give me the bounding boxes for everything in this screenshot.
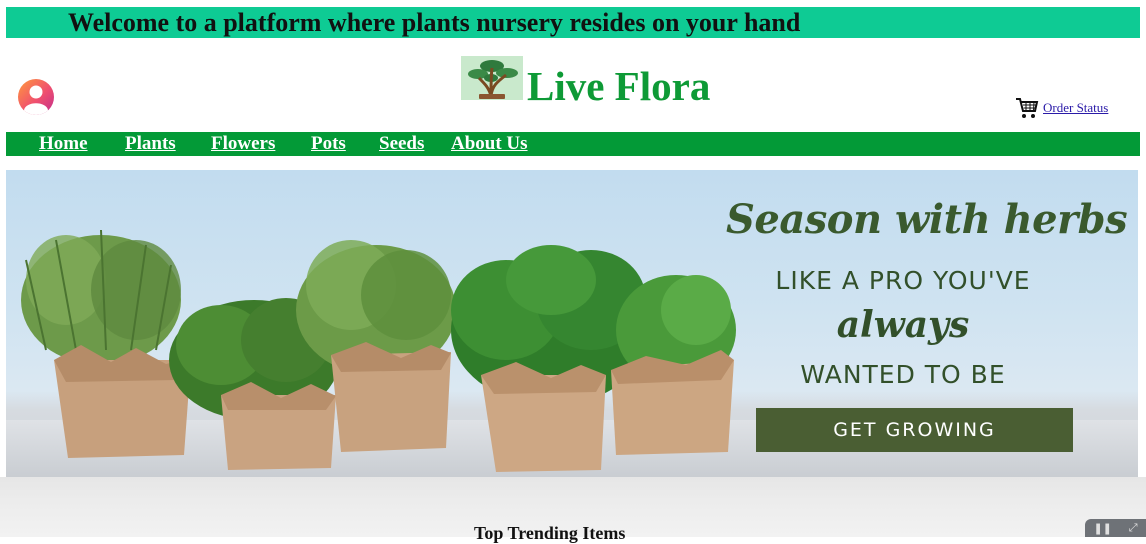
player-controls[interactable]: ❚❚ ⤢ xyxy=(1085,519,1146,537)
order-status-link[interactable]: Order Status xyxy=(1015,96,1108,120)
nav-seeds[interactable]: Seeds xyxy=(379,132,424,156)
shopping-cart-icon[interactable] xyxy=(1015,96,1039,120)
hero-headline: Season with herbs xyxy=(726,196,1128,243)
user-avatar-icon[interactable] xyxy=(18,79,54,115)
main-nav: Home Plants Flowers Pots Seeds About Us xyxy=(6,132,1140,156)
nav-home[interactable]: Home xyxy=(39,132,88,156)
nav-about-us[interactable]: About Us xyxy=(451,132,528,156)
pause-icon[interactable]: ❚❚ xyxy=(1093,522,1111,535)
nav-pots[interactable]: Pots xyxy=(311,132,346,156)
herb-pots-image xyxy=(21,229,736,472)
welcome-banner: Welcome to a platform where plants nurse… xyxy=(6,7,1140,38)
welcome-text: Welcome to a platform where plants nurse… xyxy=(68,8,801,37)
hero-line-1: LIKE A PRO YOU'VE xyxy=(775,266,1031,295)
brand-title[interactable]: Live Flora xyxy=(527,62,710,110)
hero-script: always xyxy=(836,304,970,346)
nav-plants[interactable]: Plants xyxy=(125,132,176,156)
hero-banner: Season with herbs LIKE A PRO YOU'VE alwa… xyxy=(6,170,1138,477)
order-status-label[interactable]: Order Status xyxy=(1043,100,1108,116)
get-growing-button[interactable]: GET GROWING xyxy=(756,408,1073,452)
nav-flowers[interactable]: Flowers xyxy=(211,132,275,156)
section-title: Top Trending Items xyxy=(474,523,626,543)
hero-line-2: WANTED TO BE xyxy=(800,360,1006,389)
fullscreen-icon[interactable]: ⤢ xyxy=(1129,521,1138,535)
bonsai-tree-icon xyxy=(461,56,523,100)
